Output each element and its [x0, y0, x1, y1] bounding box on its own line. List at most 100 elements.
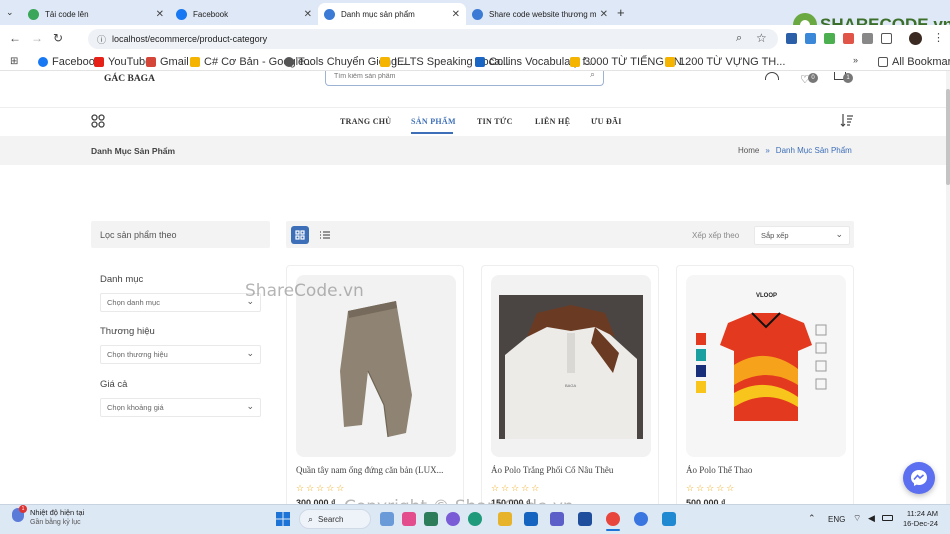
taskbar-search-label: Search	[318, 514, 344, 524]
grid-icon	[295, 230, 305, 240]
sort-select[interactable]: Sắp xếp ⌄	[754, 226, 850, 245]
reload-icon[interactable]: ↻	[53, 31, 63, 45]
battery-icon[interactable]	[882, 515, 893, 521]
tab-favicon-icon	[324, 8, 335, 20]
extension-icon[interactable]	[786, 33, 797, 44]
forward-icon[interactable]: →	[31, 31, 43, 45]
zoom-icon[interactable]: ⌕	[736, 32, 742, 45]
user-icon[interactable]	[765, 72, 779, 80]
all-bookmarks[interactable]: All Bookmarks	[878, 56, 950, 68]
copilot-icon[interactable]	[380, 512, 394, 526]
messenger-app-icon[interactable]	[634, 512, 648, 526]
close-icon[interactable]: ✕	[304, 9, 312, 20]
shield-icon[interactable]	[862, 33, 873, 44]
file-explorer-icon[interactable]	[498, 512, 512, 526]
windows-icon	[276, 512, 290, 526]
browser-tab[interactable]: Share code website thương mại ✕	[466, 3, 614, 25]
address-bar[interactable]: ⓘ localhost/ecommerce/product-category	[88, 29, 778, 49]
volume-icon[interactable]: ◀	[868, 513, 875, 524]
close-icon[interactable]: ✕	[600, 9, 608, 20]
clock[interactable]: 11:24 AM 16-Dec-24	[900, 509, 938, 529]
clock-date: 16-Dec-24	[902, 519, 938, 528]
google-drive-icon	[380, 57, 390, 67]
start-button[interactable]	[276, 512, 290, 526]
chrome-icon[interactable]	[606, 512, 620, 526]
search-box[interactable]: ⌕	[325, 69, 604, 86]
grid-view-button[interactable]	[291, 226, 309, 244]
search-icon[interactable]: ⌕	[590, 69, 595, 80]
edge-icon[interactable]	[468, 512, 482, 526]
vscode-icon[interactable]	[662, 512, 676, 526]
wifi-icon[interactable]: ⌔	[853, 513, 861, 524]
tab-favicon-icon	[472, 8, 483, 20]
product-image[interactable]	[296, 275, 456, 457]
site-info-icon[interactable]: ⓘ	[97, 33, 106, 46]
google-drive-icon	[665, 57, 675, 67]
close-icon[interactable]: ✕	[452, 9, 460, 20]
list-view-button[interactable]	[316, 226, 334, 244]
product-name[interactable]: Quần tây nam ống đứng căn bản (LUX...	[296, 465, 458, 475]
product-name[interactable]: Áo Polo Thể Thao	[686, 465, 848, 475]
language-indicator[interactable]: ENG	[828, 515, 845, 524]
outlook-icon[interactable]	[524, 512, 538, 526]
category-select[interactable]: Chọn danh mục ⌄	[100, 293, 261, 312]
close-icon[interactable]: ✕	[156, 9, 164, 20]
puzzle-icon[interactable]	[881, 33, 892, 44]
extension-icon[interactable]	[805, 33, 816, 44]
profile-avatar[interactable]	[909, 32, 922, 45]
extension-icon[interactable]	[843, 33, 854, 44]
menu-kebab-icon[interactable]: ⋮	[933, 31, 944, 44]
scrollbar-thumb[interactable]	[946, 89, 950, 185]
bookmark-star-icon[interactable]: ☆	[756, 31, 767, 45]
page-scrollbar[interactable]	[946, 71, 950, 504]
product-image[interactable]: BAGA	[491, 275, 651, 457]
price-select[interactable]: Chọn khoảng giá ⌄	[100, 398, 261, 417]
folder-icon	[878, 57, 888, 67]
tray-chevron-icon[interactable]: ⌃	[808, 513, 816, 524]
app-l-icon[interactable]	[578, 512, 592, 526]
product-card[interactable]: VLOOP Áo Polo Thể Thao ☆☆☆☆☆ 500.000 ₫	[676, 265, 854, 515]
search-input[interactable]	[334, 71, 574, 82]
extension-icon[interactable]	[824, 33, 835, 44]
browser-tab-active[interactable]: Danh mục sản phẩm ✕	[318, 3, 466, 25]
bookmark-item[interactable]: YouTube	[94, 56, 151, 68]
breadcrumb-home-link[interactable]: Home	[738, 146, 759, 155]
cart-count-badge: 1	[843, 73, 853, 83]
nav-item-news[interactable]: TIN TỨC	[477, 117, 513, 126]
browser-tab[interactable]: Tải code lên ✕	[22, 3, 170, 25]
product-card[interactable]: BAGA Áo Polo Trắng Phối Cổ Nâu Thêu ☆☆☆☆…	[481, 265, 659, 515]
teams-icon[interactable]	[550, 512, 564, 526]
gmail-icon	[146, 57, 156, 67]
product-card[interactable]: Quần tây nam ống đứng căn bản (LUX... ☆☆…	[286, 265, 464, 515]
wishlist-count-badge: 0	[808, 73, 818, 83]
bookmark-item[interactable]: Facebook	[38, 56, 100, 68]
bookmark-item[interactable]: 1200 TỪ VỰNG TH...	[665, 56, 785, 68]
apps-grid-icon[interactable]: ⊞	[10, 56, 18, 67]
categories-grid-icon[interactable]	[91, 114, 105, 128]
back-icon[interactable]: ←	[9, 31, 21, 45]
tab-search-button[interactable]: ⌄	[6, 7, 14, 18]
search-icon: ⌕	[308, 513, 314, 524]
product-image[interactable]: VLOOP	[686, 275, 846, 457]
bookmark-item[interactable]: Gmail	[146, 56, 189, 68]
brand-select[interactable]: Chọn thương hiệu ⌄	[100, 345, 261, 364]
browser-tab[interactable]: Facebook ✕	[170, 3, 318, 25]
taskbar-search[interactable]: ⌕ Search	[299, 509, 371, 529]
new-tab-button[interactable]: +	[617, 5, 625, 20]
site-logo[interactable]: GÁC BAGA	[104, 74, 155, 84]
more-bookmarks-icon[interactable]: »	[853, 55, 858, 65]
nav-item-contact[interactable]: LIÊN HỆ	[535, 117, 570, 126]
messenger-chat-button[interactable]	[903, 462, 935, 494]
extension-icons[interactable]	[786, 33, 892, 44]
chevron-down-icon: ⌄	[246, 401, 254, 411]
nav-item-home[interactable]: TRANG CHỦ	[340, 117, 391, 126]
product-name[interactable]: Áo Polo Trắng Phối Cổ Nâu Thêu	[491, 465, 653, 475]
chrome-app-icon[interactable]	[446, 512, 460, 526]
task-view-icon[interactable]	[402, 512, 416, 526]
weather-widget[interactable]: 1 Nhiệt độ hiện tại Gần bằng kỷ lục	[12, 505, 84, 528]
explorer-icon[interactable]	[424, 512, 438, 526]
tab-title: Tải code lên	[45, 9, 89, 19]
nav-item-products[interactable]: SẢN PHẨM	[411, 117, 456, 126]
nav-item-deals[interactable]: ƯU ĐÃI	[591, 117, 622, 126]
sort-descending-icon[interactable]	[840, 113, 854, 127]
